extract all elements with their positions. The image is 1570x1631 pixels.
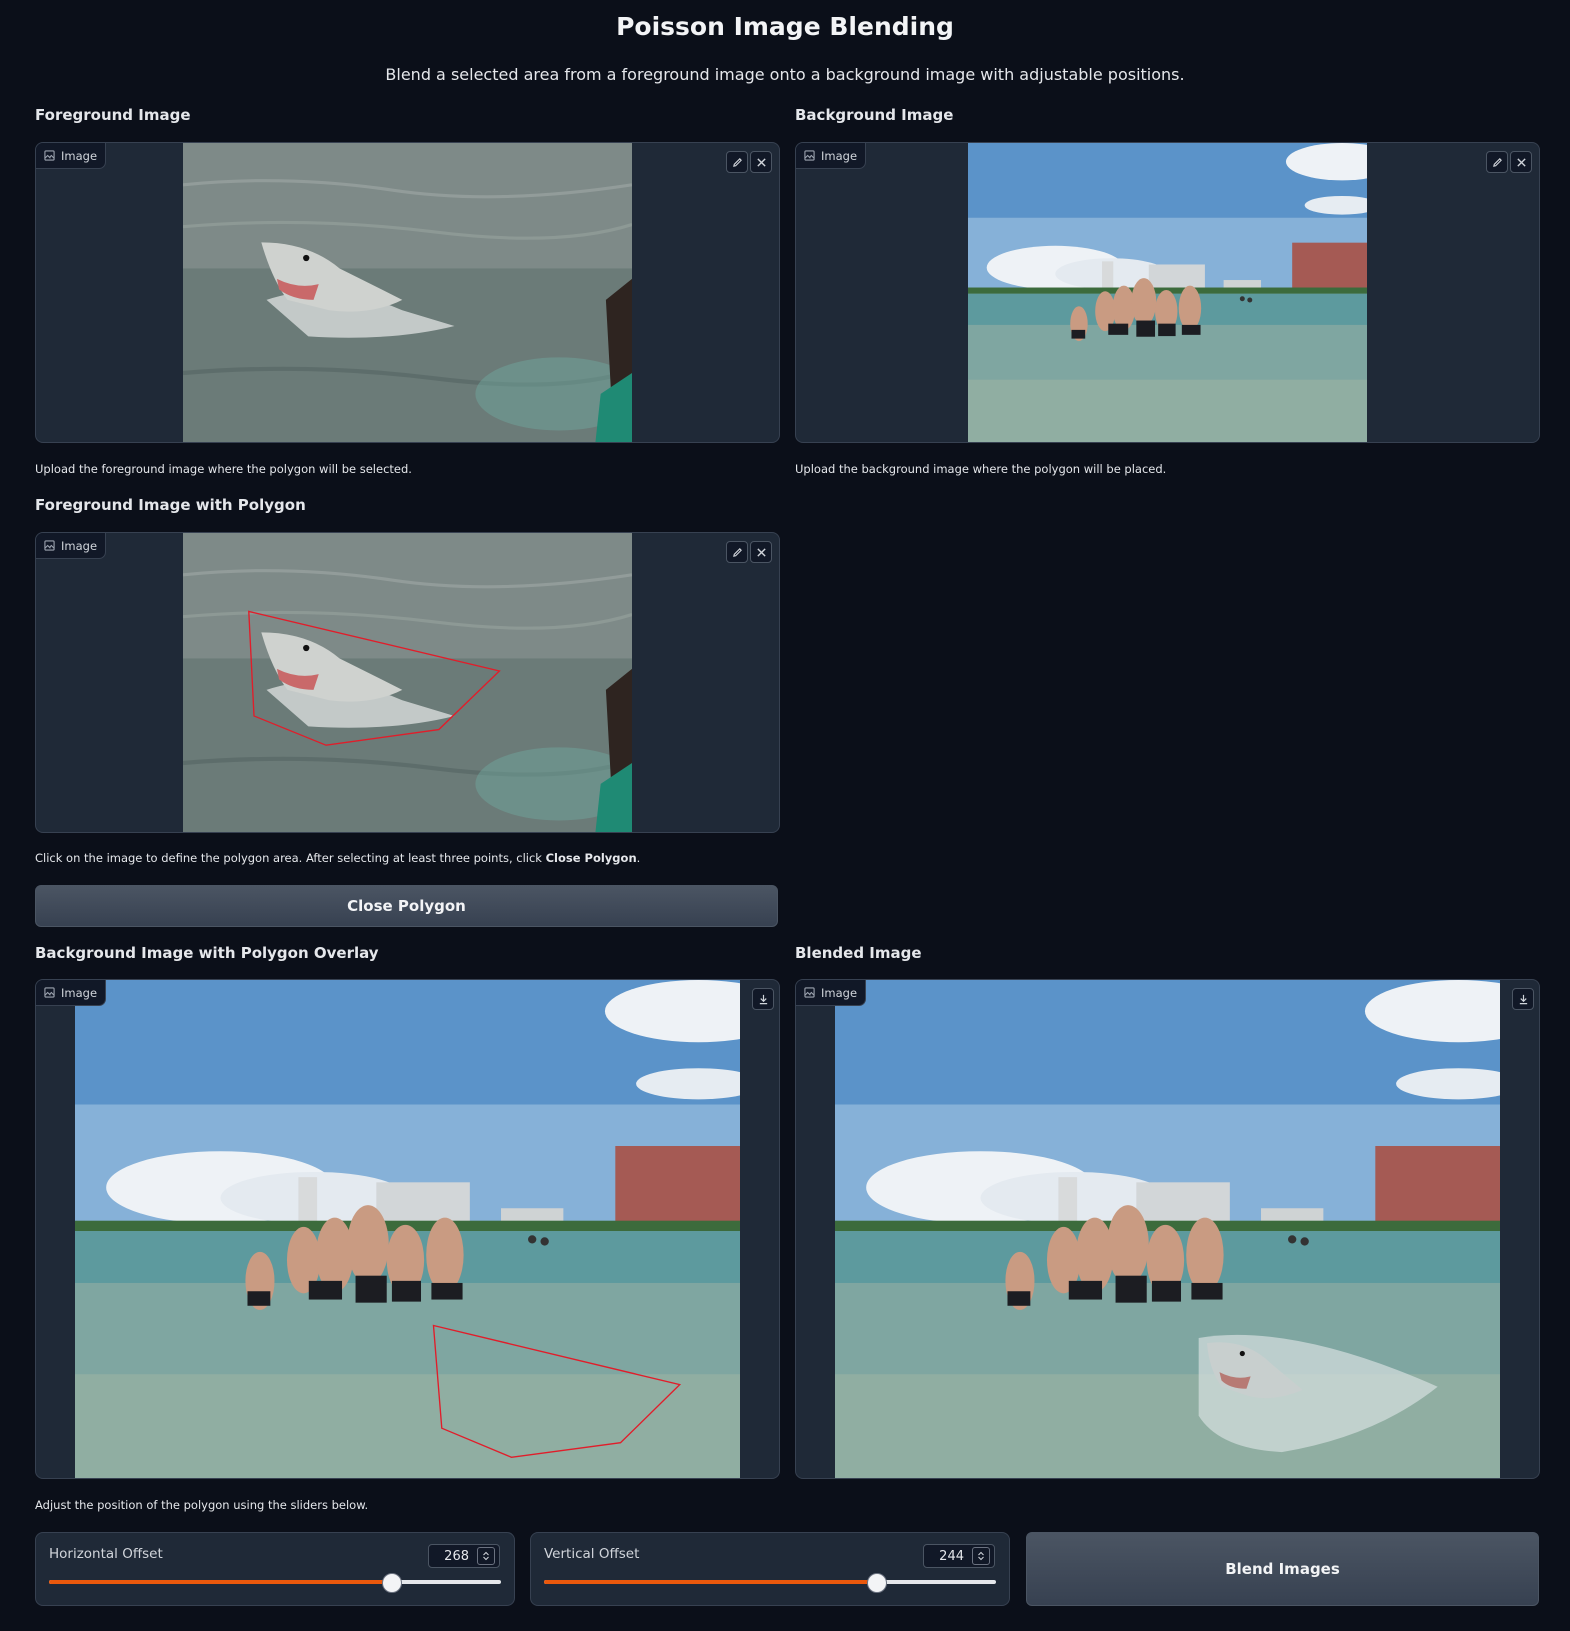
- vertical-slider-fill: [544, 1580, 877, 1584]
- clear-button[interactable]: [750, 151, 772, 173]
- horizontal-offset-control: Horizontal Offset 268: [35, 1532, 515, 1606]
- polygon-caption: Click on the image to define the polygon…: [35, 851, 641, 865]
- overlay-image: Image: [35, 979, 780, 1479]
- vertical-offset-slider[interactable]: [544, 1573, 996, 1593]
- edit-icon: [732, 547, 742, 557]
- spin-arrows-icon[interactable]: [477, 1547, 495, 1565]
- vertical-offset-input[interactable]: 244: [923, 1544, 995, 1568]
- close-icon: [756, 157, 766, 167]
- image-icon: [804, 150, 815, 161]
- image-badge: Image: [36, 143, 107, 169]
- background-photo: [968, 143, 1367, 442]
- close-icon: [756, 547, 766, 557]
- download-button[interactable]: [752, 988, 774, 1010]
- vertical-offset-control: Vertical Offset 244: [530, 1532, 1010, 1606]
- foreground-photo: [183, 143, 632, 442]
- image-icon: [44, 987, 55, 998]
- horizontal-offset-label: Horizontal Offset: [49, 1546, 163, 1562]
- polygon-canvas[interactable]: Image: [35, 532, 780, 833]
- page-subtitle: Blend a selected area from a foreground …: [385, 65, 1185, 84]
- foreground-image-upload[interactable]: Image: [35, 142, 780, 443]
- image-badge: Image: [36, 980, 107, 1006]
- overlay-photo: [75, 980, 740, 1478]
- blended-label: Blended Image: [795, 944, 922, 962]
- image-badge: Image: [796, 143, 867, 169]
- close-polygon-button[interactable]: Close Polygon: [35, 885, 778, 927]
- edit-button[interactable]: [1486, 151, 1508, 173]
- image-icon: [804, 987, 815, 998]
- horizontal-offset-input[interactable]: 268: [428, 1544, 500, 1568]
- image-badge: Image: [796, 980, 867, 1006]
- clear-button[interactable]: [1510, 151, 1532, 173]
- blended-photo: [835, 980, 1500, 1478]
- edit-icon: [732, 157, 742, 167]
- background-caption: Upload the background image where the po…: [795, 462, 1167, 476]
- blend-images-button[interactable]: Blend Images: [1026, 1532, 1539, 1606]
- download-icon: [1519, 994, 1527, 1004]
- close-icon: [1516, 157, 1526, 167]
- vertical-offset-label: Vertical Offset: [544, 1546, 640, 1562]
- horizontal-offset-slider[interactable]: [49, 1573, 501, 1593]
- foreground-label: Foreground Image: [35, 106, 191, 124]
- edit-button[interactable]: [726, 541, 748, 563]
- image-badge: Image: [36, 533, 107, 559]
- download-button[interactable]: [1512, 988, 1534, 1010]
- clear-button[interactable]: [750, 541, 772, 563]
- sliders-caption: Adjust the position of the polygon using…: [35, 1498, 369, 1512]
- horizontal-slider-fill: [49, 1580, 392, 1584]
- overlay-label: Background Image with Polygon Overlay: [35, 944, 379, 962]
- foreground-caption: Upload the foreground image where the po…: [35, 462, 412, 476]
- edit-button[interactable]: [726, 151, 748, 173]
- polygon-photo: [183, 533, 632, 832]
- page-title: Poisson Image Blending: [616, 12, 954, 41]
- image-icon: [44, 540, 55, 551]
- horizontal-slider-thumb[interactable]: [382, 1573, 403, 1593]
- background-image-upload[interactable]: Image: [795, 142, 1540, 443]
- polygon-fg-label: Foreground Image with Polygon: [35, 496, 306, 514]
- image-icon: [44, 150, 55, 161]
- edit-icon: [1492, 157, 1502, 167]
- vertical-slider-thumb[interactable]: [867, 1573, 888, 1593]
- download-icon: [759, 994, 767, 1004]
- background-label: Background Image: [795, 106, 954, 124]
- spin-arrows-icon[interactable]: [972, 1547, 990, 1565]
- blended-image: Image: [795, 979, 1540, 1479]
